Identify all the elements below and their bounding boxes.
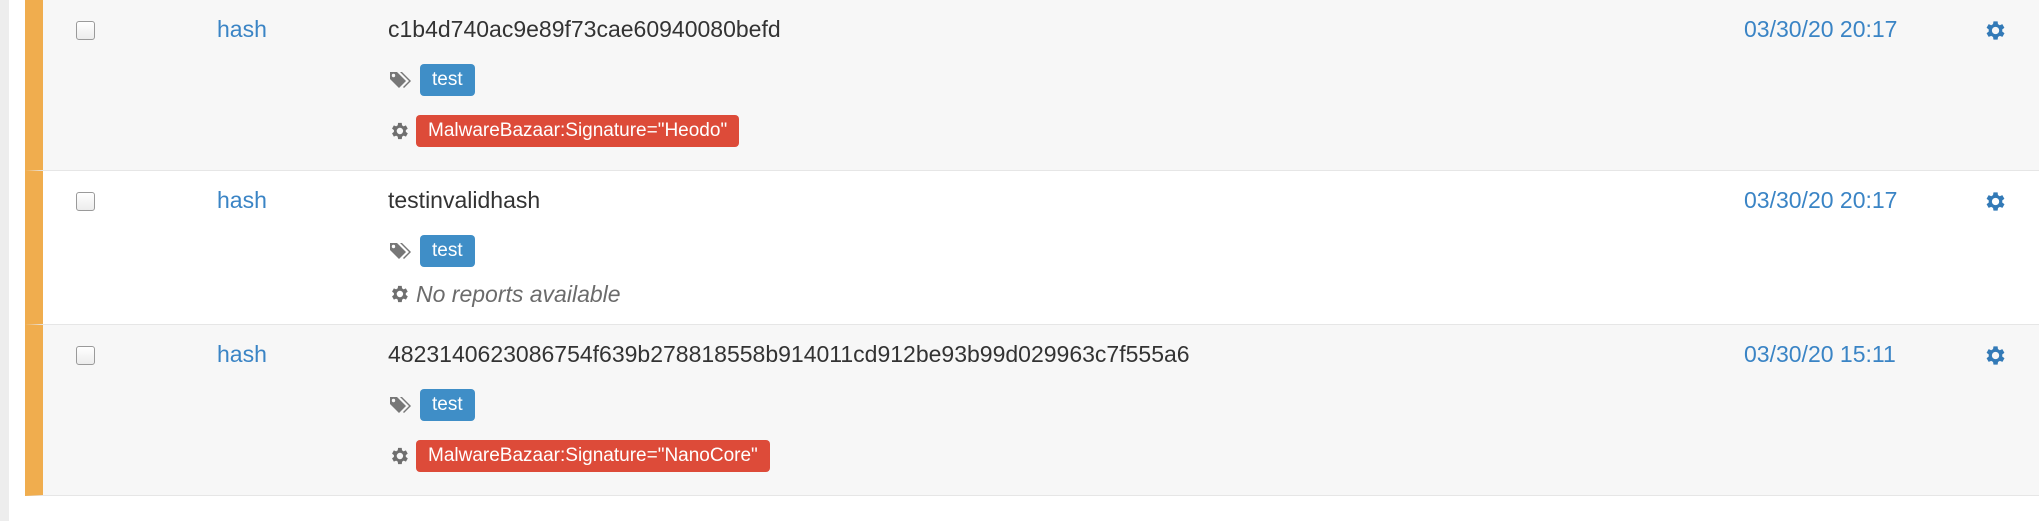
row-select-checkbox[interactable]: [76, 192, 95, 211]
report-line: MalwareBazaar:Signature="NanoCore": [388, 439, 770, 473]
gear-icon[interactable]: [1982, 343, 2007, 368]
tag-line: test: [388, 388, 475, 422]
tags-icon: [388, 69, 414, 91]
tags-icon: [388, 394, 414, 416]
report-badge[interactable]: MalwareBazaar:Signature="Heodo": [416, 115, 740, 147]
table-row: hash testinvalidhash test No reports ava…: [25, 171, 2039, 325]
tag-badge[interactable]: test: [420, 389, 475, 421]
observable-type-link[interactable]: hash: [217, 341, 267, 368]
observable-type-link[interactable]: hash: [217, 16, 267, 43]
gear-icon: [388, 283, 410, 305]
gear-icon: [388, 120, 410, 142]
row-select-checkbox[interactable]: [76, 21, 95, 40]
gear-icon[interactable]: [1982, 189, 2007, 214]
date-link[interactable]: 03/30/20 20:17: [1744, 16, 1897, 43]
date-link[interactable]: 03/30/20 20:17: [1744, 187, 1897, 214]
row-select-checkbox[interactable]: [76, 346, 95, 365]
table-row: hash 4823140623086754f639b278818558b9140…: [25, 325, 2039, 496]
tag-badge[interactable]: test: [420, 64, 475, 96]
gear-icon[interactable]: [1982, 18, 2007, 43]
report-badge[interactable]: MalwareBazaar:Signature="NanoCore": [416, 440, 770, 472]
table-row: hash c1b4d740ac9e89f73cae60940080befd te…: [25, 0, 2039, 171]
observable-value: c1b4d740ac9e89f73cae60940080befd: [388, 16, 781, 42]
tags-icon: [388, 240, 414, 262]
observable-value: testinvalidhash: [388, 187, 541, 213]
date-link[interactable]: 03/30/20 15:11: [1744, 341, 1896, 368]
observable-list-page: hash c1b4d740ac9e89f73cae60940080befd te…: [0, 0, 2039, 521]
observable-value: 4823140623086754f639b278818558b914011cd9…: [388, 341, 1190, 367]
left-gutter: [0, 0, 9, 521]
report-line: MalwareBazaar:Signature="Heodo": [388, 114, 740, 148]
tag-line: test: [388, 234, 475, 268]
gear-icon: [388, 445, 410, 467]
report-line: No reports available: [388, 277, 621, 311]
observable-rows: hash c1b4d740ac9e89f73cae60940080befd te…: [25, 0, 2039, 496]
tag-line: test: [388, 63, 475, 97]
no-reports-text: No reports available: [416, 280, 621, 307]
tag-badge[interactable]: test: [420, 235, 475, 267]
observable-type-link[interactable]: hash: [217, 187, 267, 214]
